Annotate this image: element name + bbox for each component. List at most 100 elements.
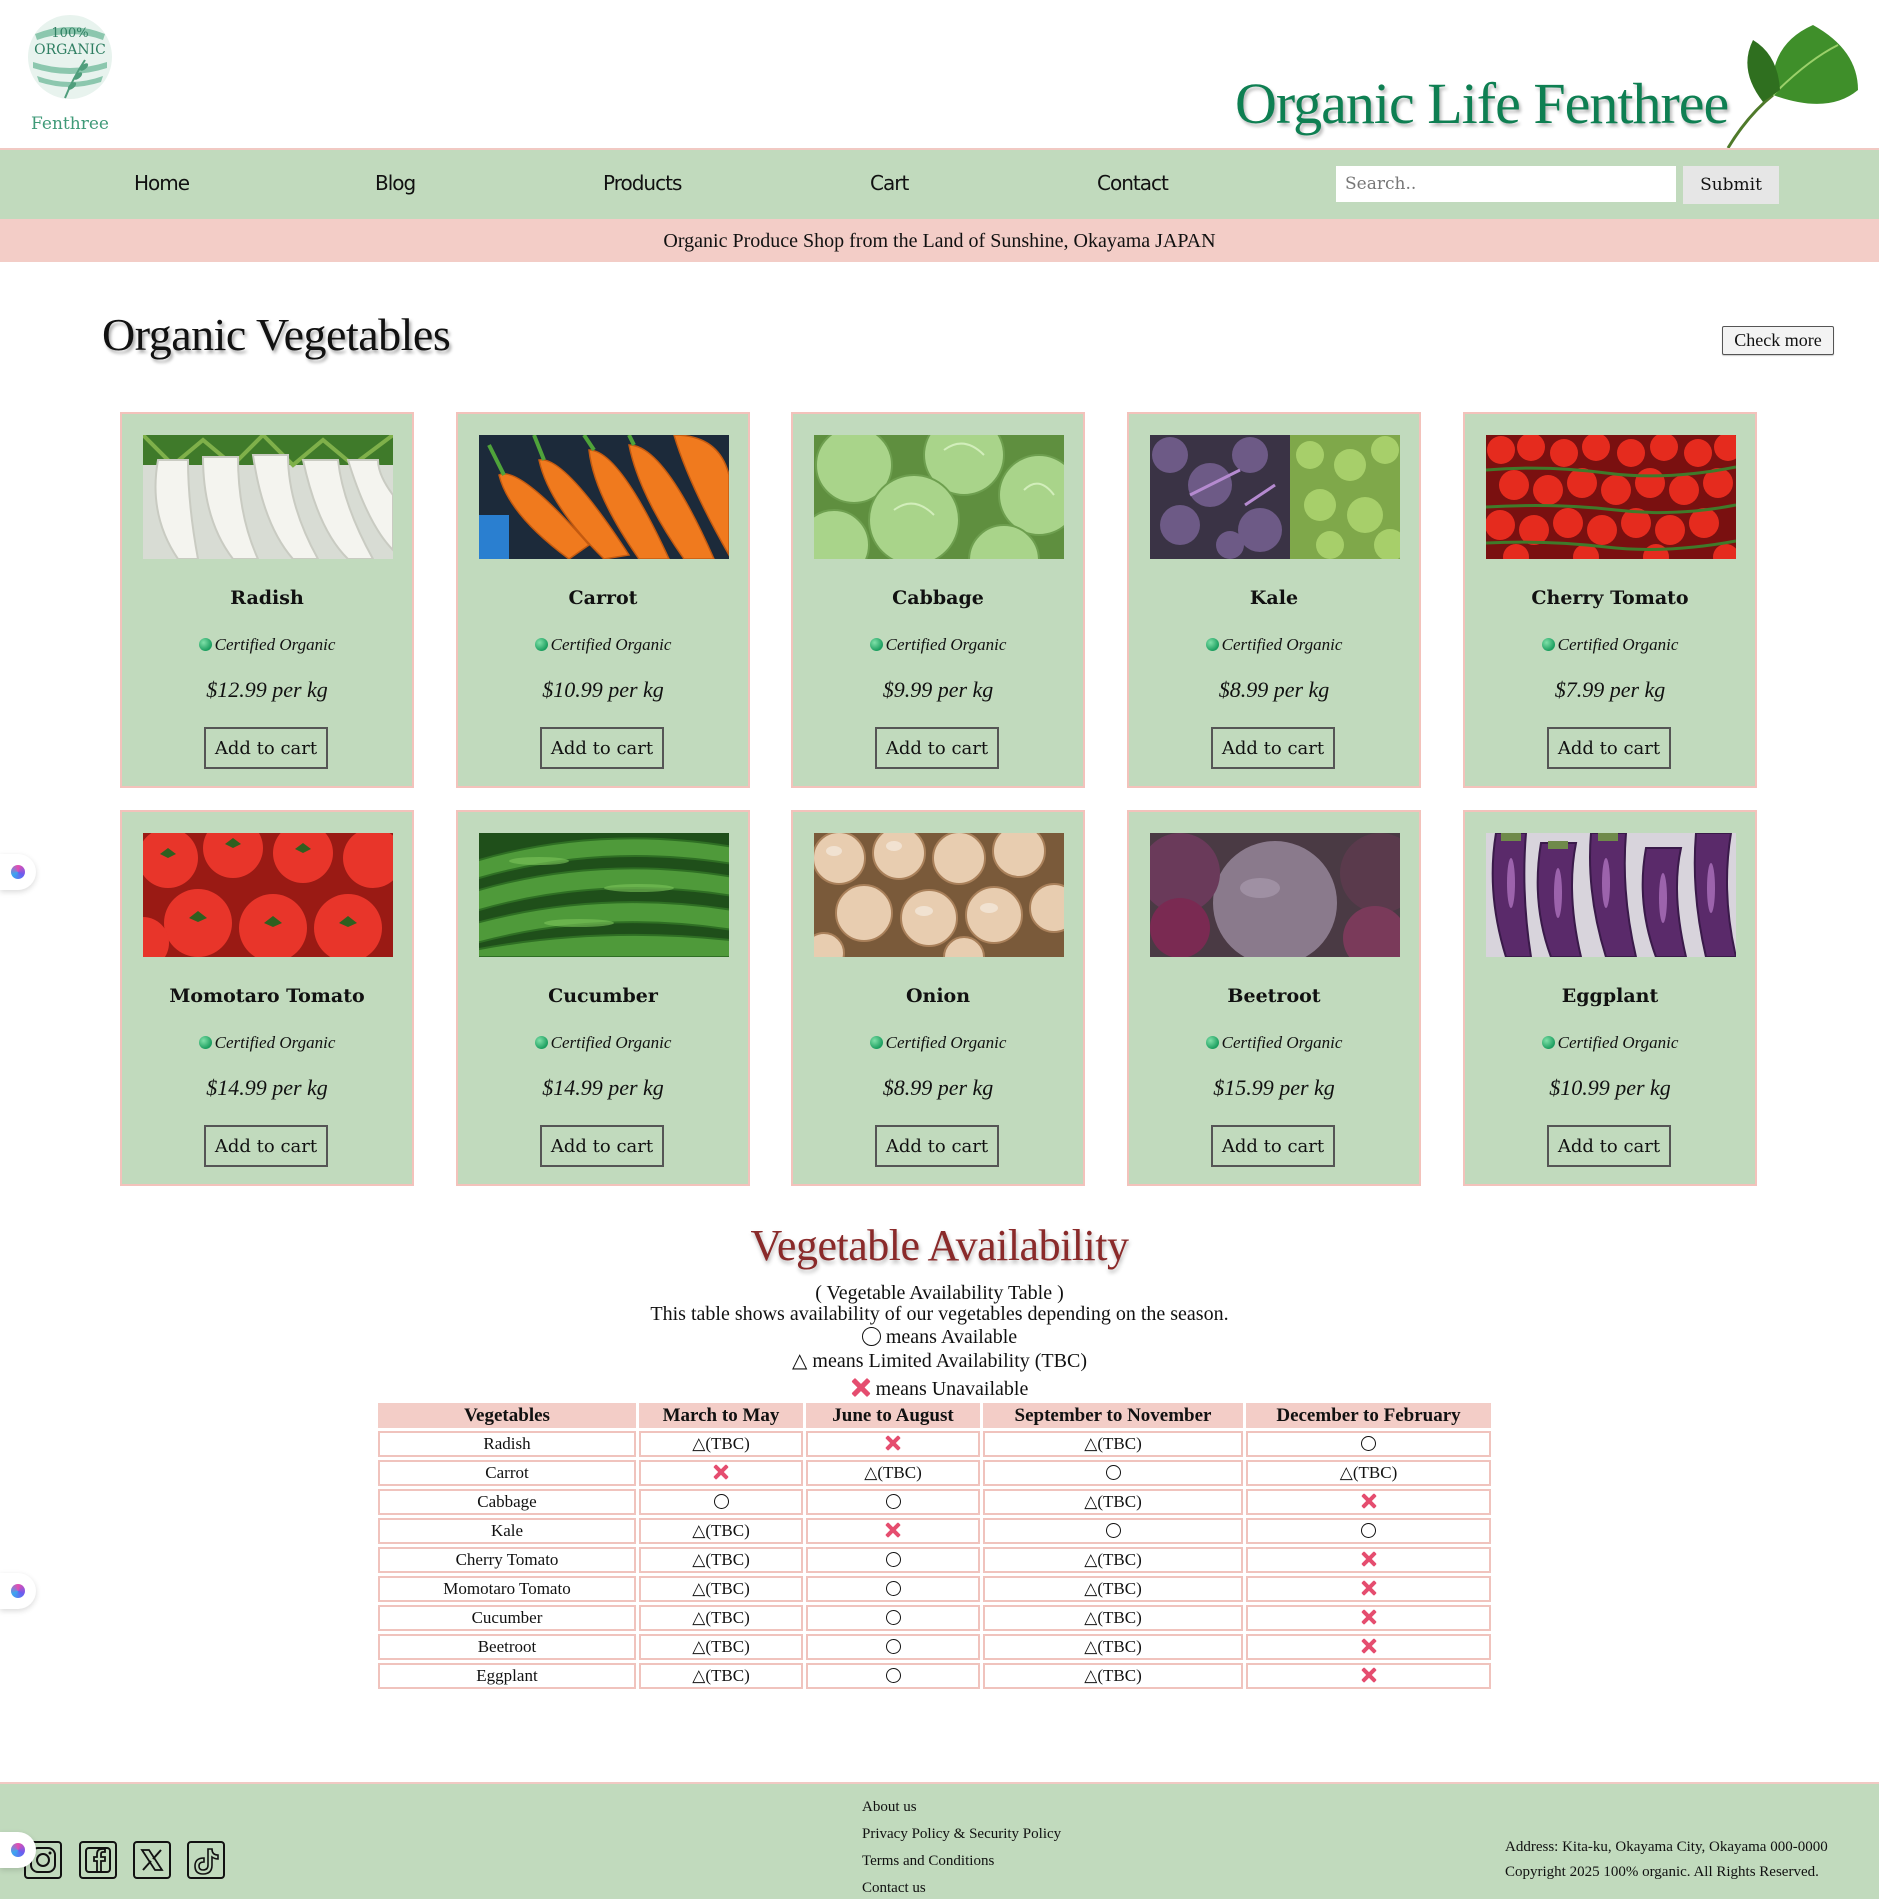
add-to-cart-button[interactable]: Add to cart bbox=[204, 727, 328, 769]
add-to-cart-button[interactable]: Add to cart bbox=[1211, 727, 1335, 769]
unavailable-cell bbox=[806, 1518, 980, 1544]
limited-cell: △(TBC) bbox=[639, 1431, 803, 1457]
x-icon[interactable] bbox=[133, 1841, 171, 1879]
cross-icon bbox=[851, 1377, 871, 1397]
circle-icon bbox=[1361, 1523, 1376, 1538]
nav-home[interactable]: Home bbox=[134, 171, 190, 195]
organic-badge-icon bbox=[534, 638, 548, 651]
footer-link-privacy[interactable]: Privacy Policy & Security Policy bbox=[862, 1826, 1061, 1843]
organic-badge-icon bbox=[198, 638, 212, 651]
nav-cart[interactable]: Cart bbox=[870, 171, 909, 195]
add-to-cart-button[interactable]: Add to cart bbox=[875, 1125, 999, 1167]
product-price: $9.99 per kg bbox=[882, 677, 994, 702]
product-name: Cabbage bbox=[892, 587, 984, 609]
cross-icon bbox=[1361, 1609, 1377, 1625]
organic-badge-icon bbox=[1541, 1036, 1555, 1049]
add-to-cart-button[interactable]: Add to cart bbox=[875, 727, 999, 769]
product-image-radish[interactable] bbox=[143, 435, 393, 559]
circle-icon bbox=[1361, 1436, 1376, 1451]
legend-unavailable-text: means Unavailable bbox=[875, 1378, 1029, 1400]
search-submit-button[interactable]: Submit bbox=[1683, 166, 1779, 204]
nav-blog[interactable]: Blog bbox=[375, 171, 416, 195]
product-image-onion[interactable] bbox=[814, 833, 1064, 957]
logo-percent-text: 100% bbox=[51, 26, 89, 41]
product-image-momotaro-tomato[interactable] bbox=[143, 833, 393, 957]
cross-icon bbox=[1361, 1667, 1377, 1683]
add-to-cart-button[interactable]: Add to cart bbox=[540, 1125, 664, 1167]
add-to-cart-button[interactable]: Add to cart bbox=[1211, 1125, 1335, 1167]
certified-organic-text: Certified Organic bbox=[1221, 1033, 1343, 1052]
table-row: Momotaro Tomato △(TBC) △(TBC) bbox=[378, 1576, 1491, 1602]
cross-icon bbox=[1361, 1638, 1377, 1654]
column-header: December to February bbox=[1246, 1403, 1491, 1428]
accessibility-widget-button[interactable] bbox=[0, 1573, 36, 1609]
nav-products[interactable]: Products bbox=[603, 171, 682, 195]
cross-icon bbox=[885, 1435, 901, 1451]
product-image-kale[interactable] bbox=[1150, 435, 1400, 559]
site-title[interactable]: Organic Life Fenthree bbox=[1235, 70, 1729, 137]
certified-organic-label: Certified Organic bbox=[458, 1033, 748, 1053]
products-section-title: Organic Vegetables bbox=[102, 309, 451, 360]
cross-icon bbox=[885, 1522, 901, 1538]
product-image-eggplant[interactable] bbox=[1486, 833, 1736, 957]
certified-organic-text: Certified Organic bbox=[214, 1033, 336, 1052]
available-cell bbox=[806, 1663, 980, 1689]
product-price: $15.99 per kg bbox=[1213, 1075, 1335, 1100]
check-more-button[interactable]: Check more bbox=[1722, 326, 1834, 355]
circle-icon bbox=[885, 1581, 901, 1596]
limited-cell: △(TBC) bbox=[639, 1518, 803, 1544]
site-logo[interactable]: 100% ORGANIC Fenthree bbox=[20, 12, 120, 137]
table-row: Cabbage △(TBC) bbox=[378, 1489, 1491, 1515]
footer-address: Address: Kita-ku, Okayama City, Okayama … bbox=[1505, 1839, 1828, 1855]
availability-table: Vegetables March to May June to August S… bbox=[375, 1400, 1494, 1692]
table-row: Radish △(TBC) △(TBC) bbox=[378, 1431, 1491, 1457]
certified-organic-text: Certified Organic bbox=[885, 1033, 1007, 1052]
organic-badge-icon bbox=[1541, 638, 1555, 651]
add-to-cart-button[interactable]: Add to cart bbox=[1547, 1125, 1671, 1167]
product-name: Onion bbox=[905, 985, 971, 1007]
certified-organic-text: Certified Organic bbox=[550, 635, 672, 654]
certified-organic-label: Certified Organic bbox=[1129, 635, 1419, 655]
availability-title: Vegetable Availability bbox=[750, 1221, 1129, 1270]
product-price: $8.99 per kg bbox=[1218, 677, 1330, 702]
product-name: Eggplant bbox=[1561, 985, 1659, 1007]
limited-cell: △(TBC) bbox=[983, 1634, 1243, 1660]
search-input[interactable] bbox=[1336, 166, 1676, 202]
limited-cell: △(TBC) bbox=[983, 1663, 1243, 1689]
product-image-cherry-tomato[interactable] bbox=[1486, 435, 1736, 559]
available-cell bbox=[806, 1489, 980, 1515]
column-header: June to August bbox=[806, 1403, 980, 1428]
product-image-cabbage[interactable] bbox=[814, 435, 1064, 559]
limited-cell: △(TBC) bbox=[983, 1547, 1243, 1573]
add-to-cart-button[interactable]: Add to cart bbox=[540, 727, 664, 769]
available-cell bbox=[983, 1460, 1243, 1486]
accessibility-widget-button[interactable] bbox=[0, 1832, 36, 1868]
tiktok-icon[interactable] bbox=[187, 1841, 225, 1879]
footer-link-contact[interactable]: Contact us bbox=[862, 1880, 926, 1897]
limited-cell: △(TBC) bbox=[639, 1605, 803, 1631]
add-to-cart-button[interactable]: Add to cart bbox=[204, 1125, 328, 1167]
organic-badge-icon bbox=[198, 1036, 212, 1049]
product-image-beetroot[interactable] bbox=[1150, 833, 1400, 957]
nav-contact[interactable]: Contact bbox=[1097, 171, 1169, 195]
unavailable-cell bbox=[639, 1460, 803, 1486]
product-price: $12.99 per kg bbox=[206, 677, 328, 702]
unavailable-cell bbox=[806, 1431, 980, 1457]
product-card-onion: Onion Certified Organic $8.99 per kg Add… bbox=[791, 810, 1085, 1186]
circle-icon bbox=[1105, 1465, 1121, 1480]
footer-link-terms[interactable]: Terms and Conditions bbox=[862, 1853, 994, 1870]
product-image-cucumber[interactable] bbox=[479, 833, 729, 957]
footer-copyright: Copyright 2025 100% organic. All Rights … bbox=[1505, 1864, 1819, 1880]
site-header: 100% ORGANIC Fenthree Organic Life Fenth… bbox=[0, 0, 1879, 149]
column-header: September to November bbox=[983, 1403, 1243, 1428]
product-image-carrot[interactable] bbox=[479, 435, 729, 559]
limited-cell: △(TBC) bbox=[639, 1576, 803, 1602]
facebook-icon[interactable] bbox=[79, 1841, 117, 1879]
footer-link-about[interactable]: About us bbox=[862, 1799, 917, 1816]
add-to-cart-button[interactable]: Add to cart bbox=[1547, 727, 1671, 769]
accessibility-widget-button[interactable] bbox=[0, 854, 36, 890]
product-price: $10.99 per kg bbox=[542, 677, 664, 702]
available-cell bbox=[806, 1576, 980, 1602]
limited-cell: △(TBC) bbox=[983, 1489, 1243, 1515]
available-cell bbox=[806, 1634, 980, 1660]
